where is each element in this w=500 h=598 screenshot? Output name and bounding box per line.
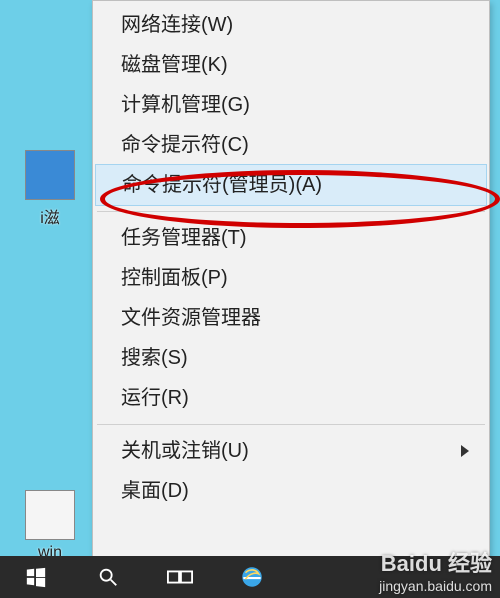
- menu-item[interactable]: 文件资源管理器: [95, 298, 487, 338]
- desktop-icon-label: i滋: [20, 204, 80, 228]
- app-icon: [25, 490, 75, 540]
- start-button[interactable]: [0, 556, 72, 598]
- taskbar: [0, 556, 500, 598]
- menu-item-label: 磁盘管理(K): [121, 54, 228, 76]
- menu-separator: [97, 424, 485, 425]
- menu-item[interactable]: 命令提示符(管理员)(A): [95, 164, 487, 206]
- chevron-right-icon: [461, 445, 469, 457]
- menu-item[interactable]: 网络连接(W): [95, 5, 487, 45]
- menu-item-label: 命令提示符(C): [121, 134, 249, 156]
- menu-item-label: 网络连接(W): [121, 14, 233, 36]
- menu-item-label: 搜索(S): [121, 347, 188, 369]
- menu-item[interactable]: 命令提示符(C): [95, 125, 487, 165]
- menu-item-label: 任务管理器(T): [121, 227, 247, 249]
- menu-item-label: 桌面(D): [121, 480, 189, 502]
- taskbar-search-button[interactable]: [72, 556, 144, 598]
- menu-item-label: 文件资源管理器: [121, 307, 261, 329]
- menu-item-label: 关机或注销(U): [121, 440, 249, 462]
- task-view-icon: [167, 566, 193, 588]
- menu-item[interactable]: 任务管理器(T): [95, 218, 487, 258]
- ie-icon: [239, 564, 265, 590]
- winx-menu: 网络连接(W) 磁盘管理(K) 计算机管理(G) 命令提示符(C) 命令提示符(管理员)…: [92, 0, 490, 558]
- app-icon: [25, 150, 75, 200]
- menu-item[interactable]: 桌面(D): [95, 471, 487, 511]
- menu-item[interactable]: 计算机管理(G): [95, 85, 487, 125]
- desktop-icon[interactable]: win: [20, 490, 80, 562]
- taskbar-app-button[interactable]: [216, 556, 288, 598]
- menu-separator: [97, 211, 485, 212]
- search-icon: [97, 566, 119, 588]
- menu-item[interactable]: 搜索(S): [95, 338, 487, 378]
- desktop-icon[interactable]: i滋: [20, 150, 80, 228]
- menu-item[interactable]: 磁盘管理(K): [95, 45, 487, 85]
- menu-item-label: 控制面板(P): [121, 267, 228, 289]
- menu-item[interactable]: 运行(R): [95, 378, 487, 418]
- menu-item[interactable]: 控制面板(P): [95, 258, 487, 298]
- task-view-button[interactable]: [144, 556, 216, 598]
- menu-item-label: 运行(R): [121, 387, 189, 409]
- menu-item-label: 命令提示符(管理员)(A): [122, 174, 322, 196]
- menu-item-label: 计算机管理(G): [121, 94, 250, 116]
- windows-icon: [25, 566, 47, 588]
- menu-item[interactable]: 关机或注销(U): [95, 431, 487, 471]
